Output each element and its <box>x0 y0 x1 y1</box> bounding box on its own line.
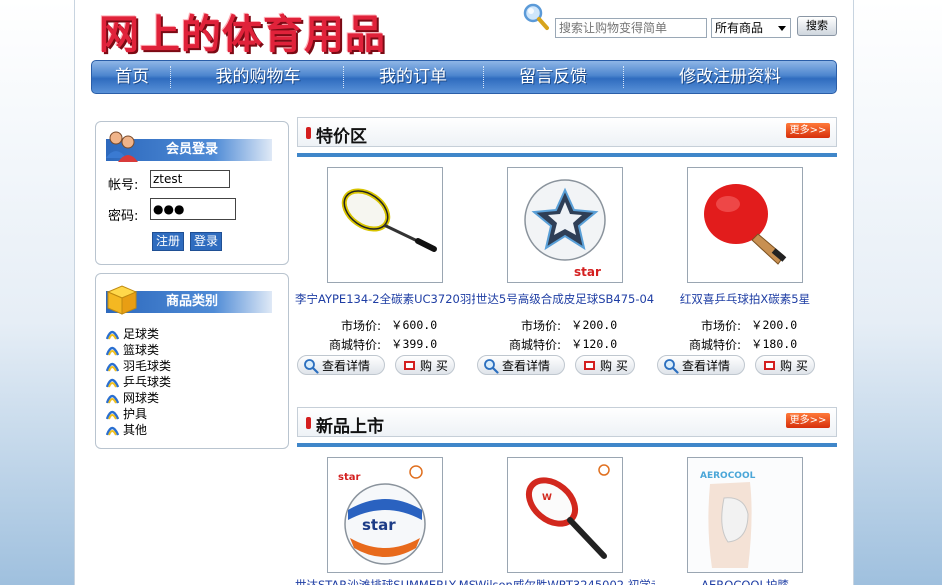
nav-feedback[interactable]: 留言反馈 <box>484 61 622 93</box>
categories-title: 商品类别 <box>166 294 219 309</box>
new-arrivals-title: 新品上市 <box>316 417 384 437</box>
category-bullet-icon <box>106 346 119 356</box>
nav-cart[interactable]: 我的购物车 <box>172 61 344 93</box>
login-box: 会员登录 帐号: ztest 密码: ●●● 注册 登录 <box>95 121 289 265</box>
product-image-paddle[interactable] <box>687 167 803 283</box>
category-item-basketball[interactable]: 篮球类 <box>106 342 159 358</box>
cart-icon <box>764 361 775 370</box>
new-arrivals-header: 新品上市 更多>> <box>297 407 837 437</box>
category-bullet-icon <box>106 362 119 372</box>
category-bullet-icon <box>106 378 119 388</box>
nav-edit-profile[interactable]: 修改注册资料 <box>624 61 836 93</box>
main-nav: 首页 我的购物车 我的订单 留言反馈 修改注册资料 <box>91 60 837 94</box>
view-details-button[interactable]: 查看详情 <box>477 355 565 375</box>
knee-pad-image: AEROCOOL <box>688 458 802 572</box>
buy-button[interactable]: 购 买 <box>395 355 455 375</box>
cart-icon <box>404 361 415 370</box>
nav-home[interactable]: 首页 <box>92 61 172 93</box>
volleyball-image: star star <box>338 465 426 565</box>
category-bullet-icon <box>106 410 119 420</box>
section-marker <box>306 417 311 429</box>
svg-text:star: star <box>574 265 601 279</box>
register-button[interactable]: 注册 <box>152 232 185 251</box>
users-icon <box>106 131 138 162</box>
svg-text:star: star <box>338 472 360 483</box>
password-input[interactable]: ●●● <box>150 198 236 220</box>
section-marker <box>306 127 311 139</box>
category-select-value: 所有商品 <box>715 21 764 35</box>
search-button[interactable]: 搜索 <box>797 16 837 36</box>
account-label: 帐号: <box>108 178 139 193</box>
svg-text:star: star <box>362 516 396 534</box>
product-name[interactable]: Wilson威尔胜WRT3245002 初学者 <box>475 577 655 585</box>
search-input[interactable] <box>555 18 707 38</box>
chevron-down-icon <box>778 26 786 31</box>
category-item-badminton[interactable]: 羽毛球类 <box>106 358 171 374</box>
category-item-protective-gear[interactable]: 护具 <box>106 406 147 422</box>
product-name[interactable]: 世达STAR沙滩排球SUMMERLY-MS <box>295 577 475 585</box>
magnifier-icon <box>664 359 679 374</box>
account-input[interactable]: ztest <box>150 170 230 188</box>
magnifier-icon <box>484 359 499 374</box>
magnifier-icon <box>304 359 319 374</box>
nav-separator <box>170 66 171 88</box>
category-select[interactable]: 所有商品 <box>711 18 791 38</box>
product-image-racket[interactable] <box>327 167 443 283</box>
specials-divider <box>297 153 837 157</box>
product-image-volleyball[interactable]: star star <box>327 457 443 573</box>
product-name[interactable]: 红双喜乒乓球拍X碳素5星 <box>655 291 835 307</box>
view-details-button[interactable]: 查看详情 <box>297 355 385 375</box>
category-item-football[interactable]: 足球类 <box>106 326 159 342</box>
page: 网上的体育用品 所有商品 搜索 首页 我的购物车 我的订单 留言反馈 修改注册资… <box>74 0 854 585</box>
badminton-racket-image <box>341 188 437 252</box>
login-title: 会员登录 <box>166 142 219 157</box>
specials-header: 特价区 更多>> <box>297 117 837 147</box>
buy-button[interactable]: 购 买 <box>575 355 635 375</box>
product-name[interactable]: 世达5号高级合成皮足球SB475-04 <box>475 291 655 307</box>
categories-box: 商品类别 足球类 篮球类 羽毛球类 乒乓球类 网球类 护具 其他 <box>95 273 289 449</box>
category-item-other[interactable]: 其他 <box>106 422 147 438</box>
tennis-racket-image: W <box>525 464 610 559</box>
cart-icon <box>584 361 595 370</box>
new-arrivals-divider <box>297 443 837 447</box>
view-details-button[interactable]: 查看详情 <box>657 355 745 375</box>
search-magnifier-icon <box>523 3 549 30</box>
football-image: star <box>524 179 606 279</box>
password-label: 密码: <box>108 209 139 224</box>
specials-title: 特价区 <box>316 127 367 147</box>
buy-button[interactable]: 购 买 <box>755 355 815 375</box>
login-button[interactable]: 登录 <box>190 232 223 251</box>
product-image-tennis-racket[interactable]: W <box>507 457 623 573</box>
product-name[interactable]: 李宁AYPE134-2全碳素UC3720羽拍 <box>295 291 475 307</box>
nav-orders[interactable]: 我的订单 <box>344 61 482 93</box>
table-tennis-paddle-image <box>704 184 787 265</box>
category-bullet-icon <box>106 426 119 436</box>
product-image-knee-pad[interactable]: AEROCOOL <box>687 457 803 573</box>
new-arrivals-more-button[interactable]: 更多>> <box>786 413 830 428</box>
site-logo[interactable]: 网上的体育用品 <box>99 2 386 60</box>
product-image-football[interactable]: star <box>507 167 623 283</box>
category-item-tennis[interactable]: 网球类 <box>106 390 159 406</box>
svg-text:W: W <box>542 493 552 503</box>
svg-text:AEROCOOL: AEROCOOL <box>700 471 756 481</box>
category-item-table-tennis[interactable]: 乒乓球类 <box>106 374 171 390</box>
box-icon <box>106 285 138 315</box>
product-name[interactable]: AEROCOOL护膝 <box>655 577 835 585</box>
category-bullet-icon <box>106 394 119 404</box>
category-bullet-icon <box>106 330 119 340</box>
specials-more-button[interactable]: 更多>> <box>786 123 830 138</box>
